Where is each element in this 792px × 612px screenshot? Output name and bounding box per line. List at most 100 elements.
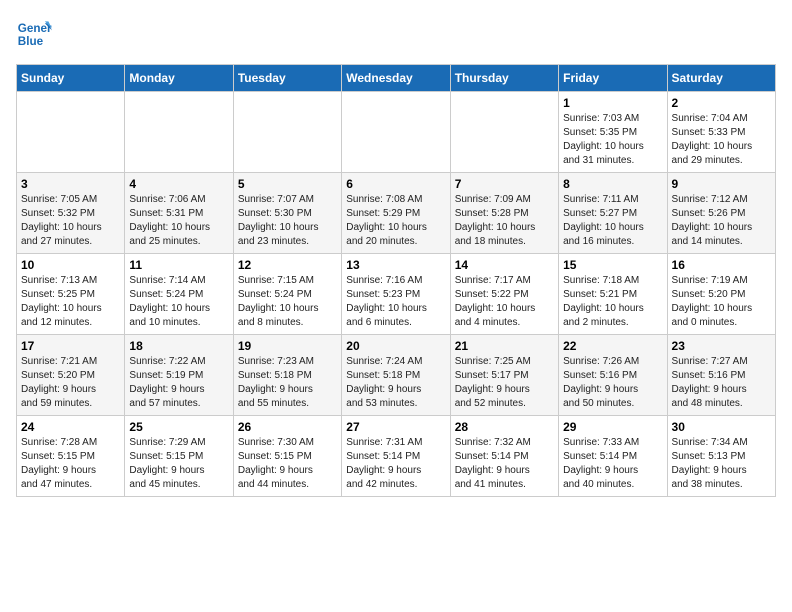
calendar-cell: 5Sunrise: 7:07 AMSunset: 5:30 PMDaylight…	[233, 173, 341, 254]
calendar-cell: 15 Sunrise: 7:18 AMSunset: 5:21 PMDayligh…	[559, 254, 667, 335]
day-info: Sunrise: 7:30 AMSunset: 5:15 PMDaylight:…	[238, 436, 337, 492]
calendar-cell: 25 Sunrise: 7:29 AMSunset: 5:15 PMDayligh…	[125, 416, 233, 497]
day-info: Sunrise: 7:26 AMSunset: 5:16 PMDaylight:…	[563, 355, 662, 411]
calendar-cell: 14 Sunrise: 7:17 AMSunset: 5:22 PMDayligh…	[450, 254, 558, 335]
calendar-cell: 30Sunrise: 7:34 AMSunset: 5:13 PMDayligh…	[667, 416, 775, 497]
day-number: 22	[563, 339, 662, 353]
day-number: 15	[563, 258, 662, 272]
logo-icon: General Blue	[16, 16, 52, 52]
calendar-cell: 1 Sunrise: 7:03 AMSunset: 5:35 PMDaylight…	[559, 92, 667, 173]
weekday-header-tuesday: Tuesday	[233, 65, 341, 92]
day-info: Sunrise: 7:29 AMSunset: 5:15 PMDaylight:…	[129, 436, 228, 492]
day-info: Sunrise: 7:33 AMSunset: 5:14 PMDaylight:…	[563, 436, 662, 492]
day-number: 6	[346, 177, 445, 191]
weekday-header-thursday: Thursday	[450, 65, 558, 92]
day-number: 8	[563, 177, 662, 191]
calendar-table: SundayMondayTuesdayWednesdayThursdayFrid…	[16, 64, 776, 497]
day-info: Sunrise: 7:28 AMSunset: 5:15 PMDaylight:…	[21, 436, 120, 492]
day-number: 4	[129, 177, 228, 191]
calendar-cell: 23 Sunrise: 7:27 AMSunset: 5:16 PMDayligh…	[667, 335, 775, 416]
svg-text:Blue: Blue	[18, 35, 44, 48]
calendar-cell: 27 Sunrise: 7:31 AMSunset: 5:14 PMDayligh…	[342, 416, 450, 497]
weekday-header-sunday: Sunday	[17, 65, 125, 92]
day-number: 12	[238, 258, 337, 272]
calendar-cell: 24 Sunrise: 7:28 AMSunset: 5:15 PMDayligh…	[17, 416, 125, 497]
day-info: Sunrise: 7:21 AMSunset: 5:20 PMDaylight:…	[21, 355, 120, 411]
calendar-cell	[17, 92, 125, 173]
day-number: 28	[455, 420, 554, 434]
logo: General Blue	[16, 16, 56, 52]
day-info: Sunrise: 7:04 AMSunset: 5:33 PMDaylight:…	[672, 112, 771, 168]
calendar-week-row: 3 Sunrise: 7:05 AMSunset: 5:32 PMDaylight…	[17, 173, 776, 254]
day-number: 1	[563, 96, 662, 110]
day-info: Sunrise: 7:12 AMSunset: 5:26 PMDaylight:…	[672, 193, 771, 249]
calendar-cell: 11 Sunrise: 7:14 AMSunset: 5:24 PMDayligh…	[125, 254, 233, 335]
day-number: 18	[129, 339, 228, 353]
day-info: Sunrise: 7:13 AMSunset: 5:25 PMDaylight:…	[21, 274, 120, 330]
day-info: Sunrise: 7:15 AMSunset: 5:24 PMDaylight:…	[238, 274, 337, 330]
calendar-week-row: 10Sunrise: 7:13 AMSunset: 5:25 PMDayligh…	[17, 254, 776, 335]
day-number: 11	[129, 258, 228, 272]
calendar-cell: 12 Sunrise: 7:15 AMSunset: 5:24 PMDayligh…	[233, 254, 341, 335]
day-info: Sunrise: 7:24 AMSunset: 5:18 PMDaylight:…	[346, 355, 445, 411]
weekday-header-wednesday: Wednesday	[342, 65, 450, 92]
weekday-header-saturday: Saturday	[667, 65, 775, 92]
calendar-cell	[233, 92, 341, 173]
day-info: Sunrise: 7:31 AMSunset: 5:14 PMDaylight:…	[346, 436, 445, 492]
calendar-cell: 16Sunrise: 7:19 AMSunset: 5:20 PMDayligh…	[667, 254, 775, 335]
day-info: Sunrise: 7:25 AMSunset: 5:17 PMDaylight:…	[455, 355, 554, 411]
calendar-cell: 19 Sunrise: 7:23 AMSunset: 5:18 PMDayligh…	[233, 335, 341, 416]
calendar-cell: 10Sunrise: 7:13 AMSunset: 5:25 PMDayligh…	[17, 254, 125, 335]
day-number: 26	[238, 420, 337, 434]
day-info: Sunrise: 7:16 AMSunset: 5:23 PMDaylight:…	[346, 274, 445, 330]
day-info: Sunrise: 7:19 AMSunset: 5:20 PMDaylight:…	[672, 274, 771, 330]
day-number: 17	[21, 339, 120, 353]
day-info: Sunrise: 7:07 AMSunset: 5:30 PMDaylight:…	[238, 193, 337, 249]
day-info: Sunrise: 7:08 AMSunset: 5:29 PMDaylight:…	[346, 193, 445, 249]
day-info: Sunrise: 7:27 AMSunset: 5:16 PMDaylight:…	[672, 355, 771, 411]
day-number: 30	[672, 420, 771, 434]
calendar-week-row: 24 Sunrise: 7:28 AMSunset: 5:15 PMDayligh…	[17, 416, 776, 497]
calendar-cell: 13Sunrise: 7:16 AMSunset: 5:23 PMDayligh…	[342, 254, 450, 335]
calendar-cell: 9 Sunrise: 7:12 AMSunset: 5:26 PMDaylight…	[667, 173, 775, 254]
calendar-cell: 18Sunrise: 7:22 AMSunset: 5:19 PMDayligh…	[125, 335, 233, 416]
calendar-cell: 20Sunrise: 7:24 AMSunset: 5:18 PMDayligh…	[342, 335, 450, 416]
calendar-header-row: SundayMondayTuesdayWednesdayThursdayFrid…	[17, 65, 776, 92]
calendar-cell: 4 Sunrise: 7:06 AMSunset: 5:31 PMDaylight…	[125, 173, 233, 254]
calendar-cell: 21Sunrise: 7:25 AMSunset: 5:17 PMDayligh…	[450, 335, 558, 416]
calendar-cell: 7Sunrise: 7:09 AMSunset: 5:28 PMDaylight…	[450, 173, 558, 254]
calendar-cell: 6 Sunrise: 7:08 AMSunset: 5:29 PMDaylight…	[342, 173, 450, 254]
day-info: Sunrise: 7:23 AMSunset: 5:18 PMDaylight:…	[238, 355, 337, 411]
day-info: Sunrise: 7:06 AMSunset: 5:31 PMDaylight:…	[129, 193, 228, 249]
day-info: Sunrise: 7:05 AMSunset: 5:32 PMDaylight:…	[21, 193, 120, 249]
calendar-cell	[342, 92, 450, 173]
calendar-cell: 28 Sunrise: 7:32 AMSunset: 5:14 PMDayligh…	[450, 416, 558, 497]
calendar-week-row: 17 Sunrise: 7:21 AMSunset: 5:20 PMDayligh…	[17, 335, 776, 416]
day-number: 14	[455, 258, 554, 272]
weekday-header-friday: Friday	[559, 65, 667, 92]
day-number: 25	[129, 420, 228, 434]
page-header: General Blue	[16, 16, 776, 52]
calendar-cell: 17 Sunrise: 7:21 AMSunset: 5:20 PMDayligh…	[17, 335, 125, 416]
day-info: Sunrise: 7:11 AMSunset: 5:27 PMDaylight:…	[563, 193, 662, 249]
day-number: 2	[672, 96, 771, 110]
calendar-cell: 22 Sunrise: 7:26 AMSunset: 5:16 PMDayligh…	[559, 335, 667, 416]
calendar-cell	[450, 92, 558, 173]
calendar-cell: 2 Sunrise: 7:04 AMSunset: 5:33 PMDaylight…	[667, 92, 775, 173]
calendar-cell: 8 Sunrise: 7:11 AMSunset: 5:27 PMDaylight…	[559, 173, 667, 254]
day-info: Sunrise: 7:32 AMSunset: 5:14 PMDaylight:…	[455, 436, 554, 492]
weekday-header-monday: Monday	[125, 65, 233, 92]
day-number: 29	[563, 420, 662, 434]
day-number: 27	[346, 420, 445, 434]
day-number: 23	[672, 339, 771, 353]
day-number: 7	[455, 177, 554, 191]
day-info: Sunrise: 7:14 AMSunset: 5:24 PMDaylight:…	[129, 274, 228, 330]
day-number: 9	[672, 177, 771, 191]
day-info: Sunrise: 7:03 AMSunset: 5:35 PMDaylight:…	[563, 112, 662, 168]
day-info: Sunrise: 7:17 AMSunset: 5:22 PMDaylight:…	[455, 274, 554, 330]
day-number: 24	[21, 420, 120, 434]
day-number: 3	[21, 177, 120, 191]
calendar-week-row: 1 Sunrise: 7:03 AMSunset: 5:35 PMDaylight…	[17, 92, 776, 173]
day-number: 19	[238, 339, 337, 353]
day-info: Sunrise: 7:18 AMSunset: 5:21 PMDaylight:…	[563, 274, 662, 330]
